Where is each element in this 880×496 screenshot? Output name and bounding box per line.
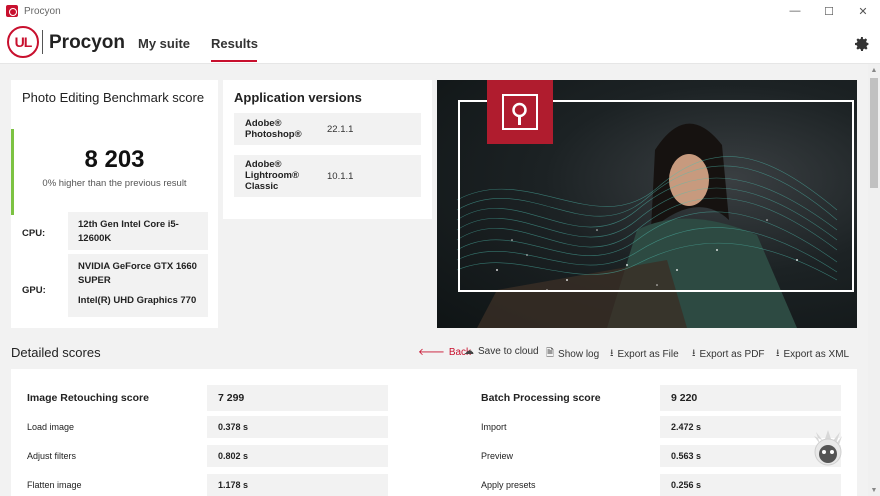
back-arrow-icon: 🡐 [418,347,445,358]
export-xml-button[interactable]: ⭳ Export as XML [776,346,849,363]
export-pdf-button[interactable]: ⭳ Export as PDF [692,346,765,363]
scroll-down-arrow-icon[interactable]: ▼ [868,484,880,496]
cloud-upload-icon: ☁ [464,346,474,357]
logo-divider [42,30,43,54]
score-card-title: Photo Editing Benchmark score [22,90,205,105]
download-icon: ⭳ [692,348,696,359]
row-label: Flatten image [27,480,82,490]
app-header: UL Procyon My suite Results [0,22,880,64]
app-version-row: Adobe® Photoshop® 22.1.1 [234,113,421,145]
show-log-button[interactable]: 🗎 Show log [546,346,599,363]
gpu-value: NVIDIA GeForce GTX 1660 SUPER [78,261,197,286]
cpu-value: 12th Gen Intel Core i5-12600K [68,212,208,250]
app-name: Adobe® Lightroom® Classic [245,159,299,192]
score-comparison: 0% higher than the previous result [42,178,187,189]
gear-icon[interactable] [854,36,870,52]
gpu-label: GPU: [22,285,46,296]
save-to-cloud-button[interactable]: ☁ Save to cloud [464,346,539,357]
image-retouching-title: Image Retouching score [27,392,149,404]
window-title: Procyon [24,5,61,17]
row-value: 0.802 s [207,445,388,467]
brand-name: Procyon [49,32,126,53]
export-file-button[interactable]: ⭳ Export as File [610,346,679,363]
hero-image [437,80,857,328]
app-version: 10.1.1 [327,171,354,182]
close-button[interactable]: ✕ [846,0,880,22]
maximize-button[interactable]: ☐ [812,0,846,22]
active-tab-indicator [211,60,257,62]
row-label: Import [481,422,507,432]
image-retouching-score: 7 299 [207,385,388,411]
mascot-watermark-icon [814,430,842,466]
row-label: Apply presets [481,480,536,490]
application-versions-card: Application versions Adobe® Photoshop® 2… [223,80,432,219]
document-icon: 🗎 [546,348,555,359]
gpu-value: Intel(R) UHD Graphics 770 [78,295,197,306]
photo-frame-icon [502,94,538,130]
app-name: Adobe® Photoshop® [245,118,302,140]
vertical-scrollbar[interactable]: ▲ ▼ [868,64,880,496]
app-version-row: Adobe® Lightroom® Classic 10.1.1 [234,155,421,197]
row-label: Adjust filters [27,451,77,461]
download-icon: ⭳ [610,348,614,359]
app-versions-title: Application versions [234,90,362,105]
scroll-thumb[interactable] [870,78,878,188]
row-label: Preview [481,451,514,461]
row-value: 1.178 s [207,474,388,496]
window-controls: — ☐ ✕ [778,0,880,22]
detailed-scores-card: Image Retouching score 7 299 Load image … [11,369,857,496]
app-icon [6,5,18,17]
minimize-button[interactable]: — [778,0,812,22]
batch-processing-score: 9 220 [660,385,841,411]
tab-results[interactable]: Results [211,36,258,51]
row-value: 0.256 s [660,474,841,496]
results-page: Photo Editing Benchmark score 8 203 0% h… [0,64,868,496]
overall-score: 8 203 [84,146,145,173]
benchmark-score-card: Photo Editing Benchmark score 8 203 0% h… [11,80,218,328]
detailed-scores-title: Detailed scores [11,345,101,360]
ul-logo: UL [7,26,39,58]
scroll-up-arrow-icon[interactable]: ▲ [868,64,880,76]
download-icon: ⭳ [776,348,780,359]
cpu-label: CPU: [22,228,46,239]
row-value: 0.378 s [207,416,388,438]
window-titlebar: Procyon — ☐ ✕ [0,0,880,22]
row-label: Load image [27,422,75,432]
tab-my-suite[interactable]: My suite [138,36,190,51]
batch-processing-title: Batch Processing score [481,392,601,404]
photo-editing-badge [487,80,553,144]
app-version: 22.1.1 [327,124,354,135]
gpu-values: NVIDIA GeForce GTX 1660 SUPER Intel(R) U… [68,254,208,317]
